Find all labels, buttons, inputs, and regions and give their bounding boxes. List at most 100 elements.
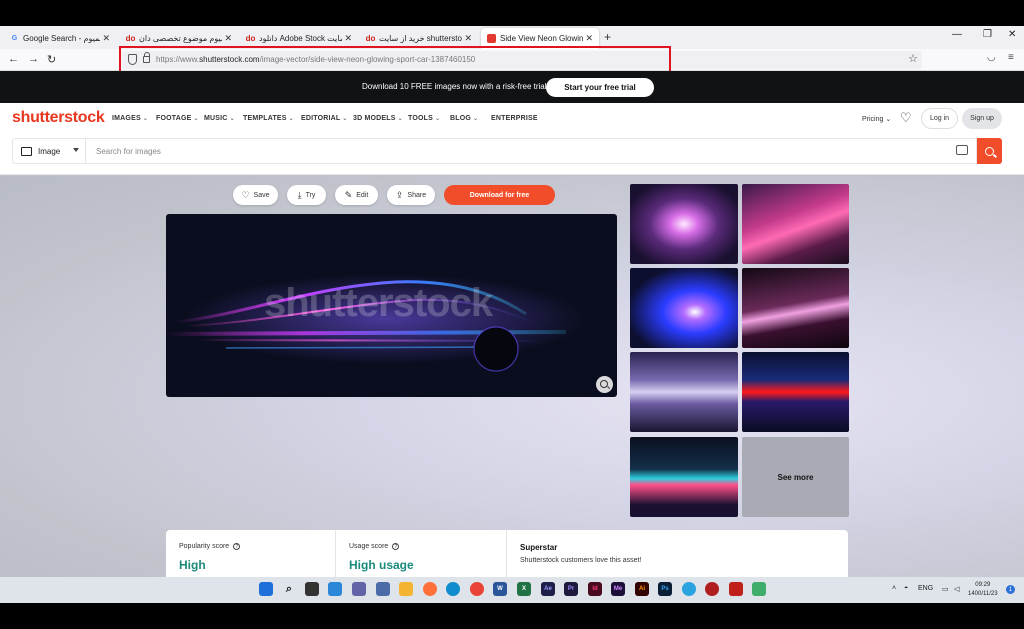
pocket-icon[interactable]: ◡ bbox=[987, 52, 996, 63]
tab-google-search[interactable]: G Google Search - دانلود پریمیوم ✕ bbox=[4, 28, 116, 49]
excel-icon[interactable]: X bbox=[517, 582, 531, 596]
camera-icon[interactable] bbox=[956, 145, 968, 155]
tab-adobe-stock[interactable]: do دانلود Adobe Stock فقط از سایت ✕ bbox=[240, 28, 358, 49]
bookmark-star-icon[interactable]: ☆ bbox=[908, 52, 918, 65]
related-thumbnail[interactable] bbox=[742, 184, 849, 264]
notification-badge[interactable]: 1 bbox=[1006, 585, 1015, 594]
promo-banner: Download 10 FREE images now with a risk-… bbox=[0, 71, 1024, 103]
nav-3d-models[interactable]: 3D MODELS ⌄ bbox=[353, 115, 403, 122]
volume-icon[interactable]: ◁ bbox=[954, 585, 959, 593]
new-tab-button[interactable]: + bbox=[604, 30, 611, 44]
nav-blog[interactable]: BLOG ⌄ bbox=[450, 115, 478, 122]
task-view-icon[interactable] bbox=[305, 582, 319, 596]
start-icon[interactable] bbox=[259, 582, 273, 596]
help-icon[interactable]: ? bbox=[233, 543, 241, 550]
word-icon[interactable]: W bbox=[493, 582, 507, 596]
windows-taskbar: ⌕ W X Ae Pr Id Me Ai Ps ˄ ◓ ENG ▭ ◁ 09:2… bbox=[0, 577, 1024, 603]
edit-label: Edit bbox=[356, 191, 369, 199]
search-type-select[interactable]: Image bbox=[13, 139, 86, 163]
nav-templates[interactable]: TEMPLATES ⌄ bbox=[243, 115, 294, 122]
nav-editorial[interactable]: EDITORIAL ⌄ bbox=[301, 115, 348, 122]
heart-icon[interactable]: ♡ bbox=[900, 110, 912, 126]
shutterstock-logo[interactable]: shutterstock bbox=[12, 109, 105, 127]
signup-button[interactable]: Sign up bbox=[962, 108, 1002, 129]
nav-music[interactable]: MUSIC ⌄ bbox=[204, 115, 235, 122]
save-button[interactable]: ♡ Save bbox=[233, 185, 278, 205]
reload-button[interactable]: ↻ bbox=[47, 53, 56, 66]
related-thumbnail[interactable] bbox=[630, 352, 738, 432]
site-header: shutterstock IMAGES ⌄ FOOTAGE ⌄ MUSIC ⌄ TEM… bbox=[0, 103, 1024, 135]
related-thumbnail[interactable] bbox=[742, 352, 849, 432]
close-icon[interactable]: ✕ bbox=[464, 33, 472, 44]
download-for-free-button[interactable]: Download for free bbox=[444, 185, 555, 205]
close-icon[interactable]: ✕ bbox=[102, 33, 110, 44]
firefox-icon[interactable] bbox=[423, 582, 437, 596]
related-thumbnail[interactable] bbox=[742, 268, 849, 348]
search-button[interactable] bbox=[977, 138, 1002, 164]
lock-icon[interactable] bbox=[143, 52, 150, 63]
search-box: Image Search for images bbox=[12, 138, 977, 164]
related-thumbnail[interactable] bbox=[630, 437, 738, 517]
app-icon[interactable] bbox=[752, 582, 766, 596]
forward-button[interactable]: → bbox=[28, 53, 39, 65]
see-more-button[interactable]: See more bbox=[742, 437, 849, 517]
tab-shutterstock-buy[interactable]: do خرید از سایت shutterstock images ✕ bbox=[360, 28, 478, 49]
help-icon[interactable]: ? bbox=[392, 543, 400, 550]
menu-icon[interactable]: ≡ bbox=[1008, 52, 1014, 63]
nav-images[interactable]: IMAGES ⌄ bbox=[112, 115, 148, 122]
premiere-icon[interactable]: Pr bbox=[564, 582, 578, 596]
free-trial-button[interactable]: Start your free trial bbox=[546, 78, 654, 97]
media-encoder-icon[interactable]: Me bbox=[611, 582, 625, 596]
display-icon[interactable]: ▭ bbox=[942, 585, 949, 593]
back-button[interactable]: ← bbox=[8, 53, 19, 65]
edge-icon[interactable] bbox=[446, 582, 460, 596]
chat-icon[interactable] bbox=[352, 582, 366, 596]
app-icon[interactable] bbox=[705, 582, 719, 596]
nav-pricing[interactable]: Pricing ⌄ bbox=[862, 115, 891, 123]
widgets-icon[interactable] bbox=[328, 582, 342, 596]
nav-enterprise[interactable]: ENTERPRISE bbox=[491, 115, 538, 122]
close-icon[interactable]: ✕ bbox=[344, 33, 352, 44]
search-input[interactable]: Search for images bbox=[96, 147, 161, 156]
language-indicator[interactable]: ENG bbox=[918, 585, 933, 592]
edit-icon: ✎ bbox=[344, 189, 353, 200]
try-button[interactable]: ⤓ Try bbox=[287, 185, 326, 205]
close-window-button[interactable]: ✕ bbox=[1008, 29, 1016, 40]
illustrator-icon[interactable]: Ai bbox=[635, 582, 649, 596]
indesign-icon[interactable]: Id bbox=[588, 582, 602, 596]
address-bar[interactable]: https://www.shutterstock.com/image-vecto… bbox=[122, 51, 922, 69]
tab-label: Side View Neon Glowing Sport bbox=[500, 34, 584, 43]
photoshop-icon[interactable]: Ps bbox=[658, 582, 672, 596]
tab-side-view-neon[interactable]: Side View Neon Glowing Sport ✕ bbox=[481, 28, 599, 49]
close-icon[interactable]: ✕ bbox=[224, 33, 232, 44]
file-explorer-icon[interactable] bbox=[399, 582, 413, 596]
telegram-icon[interactable] bbox=[682, 582, 696, 596]
network-icon[interactable]: ◓ bbox=[904, 585, 908, 592]
screen: G Google Search - دانلود پریمیوم ✕ do دا… bbox=[0, 0, 1024, 629]
login-button[interactable]: Log in bbox=[921, 108, 958, 129]
heart-icon: ♡ bbox=[241, 189, 250, 200]
notepad-icon[interactable] bbox=[376, 582, 390, 596]
minimize-button[interactable]: — bbox=[952, 29, 962, 40]
shield-icon[interactable] bbox=[128, 54, 137, 65]
tray-chevron-icon[interactable]: ˄ bbox=[892, 585, 896, 592]
edit-button[interactable]: ✎ Edit bbox=[335, 185, 378, 205]
share-button[interactable]: ⇪ Share bbox=[387, 185, 435, 205]
search-icon[interactable]: ⌕ bbox=[282, 582, 296, 596]
related-thumbnail[interactable] bbox=[630, 184, 738, 264]
related-thumbnail[interactable] bbox=[630, 268, 738, 348]
after-effects-icon[interactable]: Ae bbox=[541, 582, 555, 596]
close-icon[interactable]: ✕ bbox=[585, 33, 593, 44]
recorder-icon[interactable] bbox=[729, 582, 743, 596]
zoom-icon[interactable] bbox=[596, 376, 613, 393]
tab-label: Google Search - دانلود پریمیوم bbox=[23, 34, 100, 43]
search-icon bbox=[985, 146, 994, 156]
nav-footage[interactable]: FOOTAGE ⌄ bbox=[156, 115, 199, 122]
chrome-icon[interactable] bbox=[470, 582, 484, 596]
maximize-button[interactable]: ❐ bbox=[983, 29, 992, 40]
url-text[interactable]: https://www.shutterstock.com/image-vecto… bbox=[156, 55, 475, 64]
clock[interactable]: 09:29 1400/11/23 bbox=[968, 581, 998, 599]
main-preview-image[interactable]: shutterstock bbox=[166, 214, 617, 397]
tab-do-download[interactable]: do دانلود پریمیوم موضوع تخصصی دان ✕ bbox=[120, 28, 238, 49]
nav-tools[interactable]: TOOLS ⌄ bbox=[408, 115, 440, 122]
